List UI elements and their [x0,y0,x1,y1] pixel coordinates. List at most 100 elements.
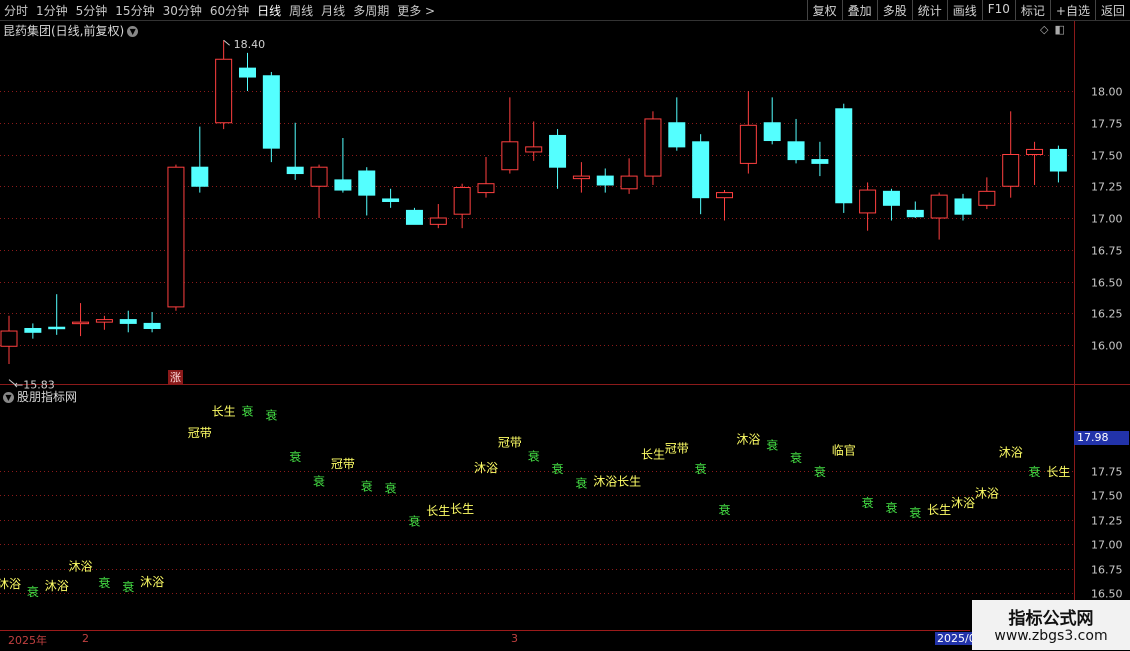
y-tick-label: 16.50 [1091,588,1123,601]
candle-body [835,108,853,204]
indicator-label: 沐浴 [975,486,999,500]
indicator-label: 衰 [718,502,730,517]
candle-body [95,319,113,323]
candle-body [763,122,781,142]
chart-canvas[interactable]: 18.00 17.75 17.50 17.25 17.00 16.75 16.50 16.25… [0,0,1130,650]
date-label: 3 [511,632,518,645]
indicator-label: 沐浴 [45,579,69,593]
indicator-label: 衰 [241,403,253,418]
indicator-label: 衰 [885,500,897,515]
chevron-down-icon[interactable]: ▼ [3,392,14,403]
y-tick-label: 17.25 [1091,181,1123,194]
watermark-title: 指标公式网 [1008,609,1094,629]
candle-body [358,170,376,196]
candle-body [596,175,614,186]
date-axis: 2025年 2 3 2025/0 [0,630,978,651]
indicator-label: 长生 [212,404,236,418]
candle-body [954,198,972,215]
indicator-label: 沐浴 [140,575,164,589]
candle-body [24,327,42,333]
candle-body [1002,154,1020,187]
candle-body [477,183,495,194]
candle-body [1026,148,1044,155]
indicator-label: 沐浴 [951,496,975,510]
high-marker-label: 18.40 [234,38,266,51]
indicator-label: 衰 [361,479,373,494]
indicator-label: 长生 [617,475,641,489]
indicator-label: 衰 [98,575,110,590]
candle-body [143,322,161,329]
indicator-label: 长生 [1046,465,1070,479]
indicator-label: 衰 [528,448,540,463]
y-tick-label: 16.75 [1091,564,1123,577]
indicator-label: 沐浴 [999,445,1023,459]
indicator-label: 衰 [289,449,301,464]
indicator-label: 长生 [450,502,474,516]
indicator-label: 衰 [408,514,420,529]
candle-body [739,124,757,164]
indicator-label: 冠带 [665,441,689,455]
indicator-title[interactable]: ▼ 股朋指标网 [3,388,77,405]
candle-body [859,189,877,214]
y-tick-label: 17.25 [1091,515,1123,528]
candle-body [501,141,519,171]
candle-body [72,321,90,325]
indicator-label: 衰 [265,407,277,422]
candle-body [429,217,447,225]
indicator-label: 沐浴 [0,577,21,591]
candle-body [310,166,328,187]
candle-body [906,209,924,218]
indicator-label: 衰 [695,461,707,476]
indicator-label: 衰 [909,505,921,520]
candle-body [334,179,352,191]
candle-body [811,159,829,164]
candle-body [572,175,590,180]
candle-body [191,166,209,187]
signal-badge: 涨 [168,370,183,385]
candle-body [930,194,948,219]
indicator-label: 冠带 [331,457,355,471]
date-label: 2025年 [8,634,47,647]
indicator-label: 沐浴 [736,433,760,447]
indicator-label: 沐浴 [69,560,93,574]
candle-body [549,134,567,168]
candle-body [382,198,400,202]
candle-body [262,75,280,149]
current-value-tag: 17.98 [1074,431,1129,445]
candle-body [692,141,710,199]
candle-body [119,319,137,324]
y-tick-label: 17.00 [1091,539,1123,552]
candle-body [48,326,66,330]
watermark-url: www.zbgs3.com [994,628,1108,644]
indicator-label: 冠带 [188,426,212,440]
y-tick-label: 17.00 [1091,213,1123,226]
candle-body [239,67,256,78]
indicator-label: 衰 [552,461,564,476]
indicator-label: 衰 [862,495,874,510]
indicator-label: 沐浴 [474,461,498,475]
candle-body [286,166,304,175]
y-tick-label: 16.25 [1091,308,1123,321]
candle-body [978,190,996,206]
y-tick-label: 16.50 [1091,277,1123,290]
indicator-label: 长生 [927,503,951,517]
y-tick-label: 16.00 [1091,340,1123,353]
candle-body [215,58,233,124]
indicator-label: 长生 [426,504,450,518]
candle-body [668,122,686,148]
indicator-label: 冠带 [498,436,522,450]
indicator-label: 衰 [790,450,802,465]
indicator-label: 长生 [641,447,665,461]
indicator-label: 衰 [27,584,39,599]
watermark: 指标公式网 www.zbgs3.com [972,600,1130,650]
indicator-label: 沐浴 [593,475,617,489]
candle-body [0,330,18,347]
high-marker-arrow [223,39,230,46]
indicator-label: 临官 [832,442,856,457]
candle-body [644,118,662,177]
indicator-name: 股朋指标网 [17,390,78,404]
candle-body [405,209,423,225]
candle-body [882,190,900,206]
y-tick-label: 18.00 [1091,86,1123,99]
candle-body [620,175,638,190]
